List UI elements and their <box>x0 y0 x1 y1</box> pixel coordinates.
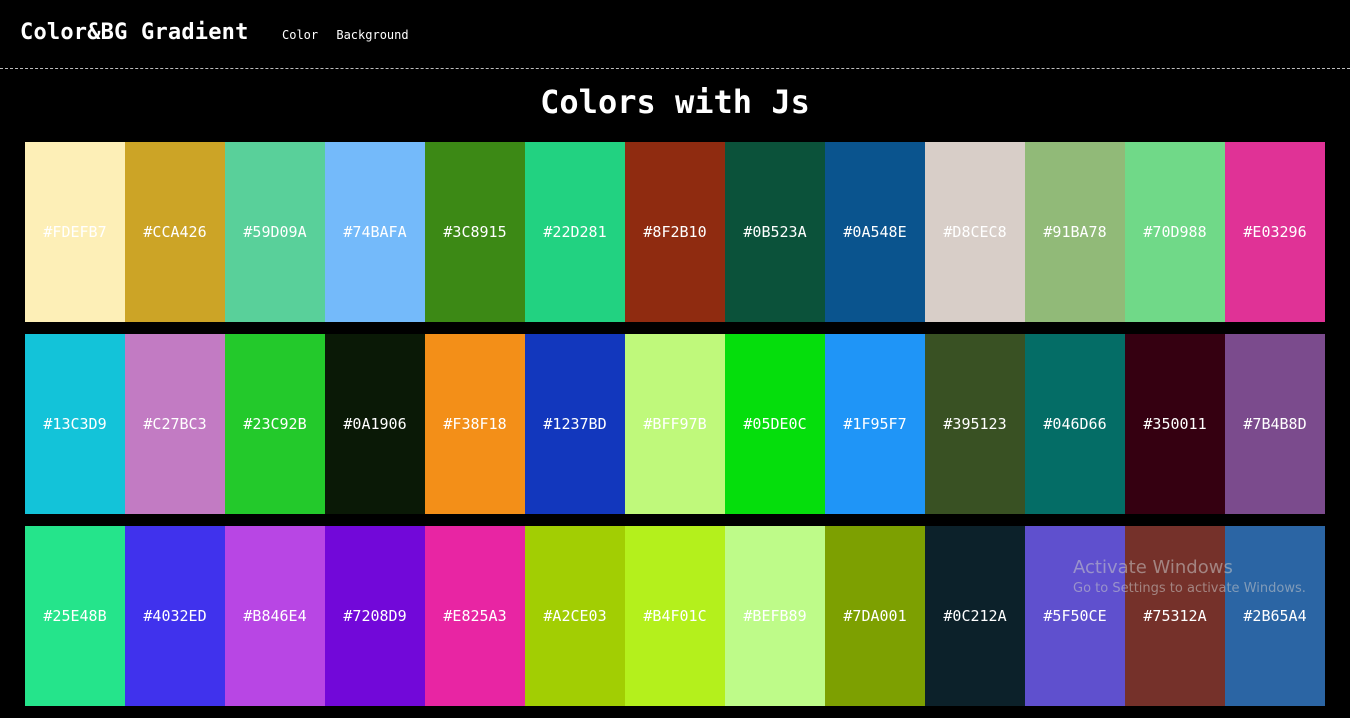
color-swatch[interactable]: #046D66 <box>1025 334 1125 514</box>
page-title: Colors with Js <box>540 83 810 121</box>
navbar: Color&BG Gradient Color Background <box>0 0 1350 69</box>
color-swatch[interactable]: #0A548E <box>825 142 925 322</box>
color-swatch[interactable]: #05DE0C <box>725 334 825 514</box>
color-swatch[interactable]: #0C212A <box>925 526 1025 706</box>
color-swatch[interactable]: #350011 <box>1125 334 1225 514</box>
color-swatch[interactable]: #0B523A <box>725 142 825 322</box>
color-swatch[interactable]: #7DA001 <box>825 526 925 706</box>
color-swatch[interactable]: #E03296 <box>1225 142 1325 322</box>
color-row: #13C3D9 #C27BC3 #23C92B #0A1906 #F38F18 #1237… <box>25 334 1325 514</box>
color-swatch[interactable]: #74BAFA <box>325 142 425 322</box>
color-swatch[interactable]: #59D09A <box>225 142 325 322</box>
color-swatch[interactable]: #E825A3 <box>425 526 525 706</box>
color-swatch[interactable]: #2B65A4 <box>1225 526 1325 706</box>
color-swatch[interactable]: #1F95F7 <box>825 334 925 514</box>
color-swatch[interactable]: #BEFB89 <box>725 526 825 706</box>
color-swatch[interactable]: #25E48B <box>25 526 125 706</box>
color-swatch[interactable]: #1237BD <box>525 334 625 514</box>
color-swatch[interactable]: #70D988 <box>1125 142 1225 322</box>
color-swatch[interactable]: #13C3D9 <box>25 334 125 514</box>
color-swatch[interactable]: #23C92B <box>225 334 325 514</box>
color-swatch[interactable]: #CCA426 <box>125 142 225 322</box>
color-swatch[interactable]: #5F50CE <box>1025 526 1125 706</box>
color-swatch[interactable]: #B4F01C <box>625 526 725 706</box>
color-swatch[interactable]: #BFF97B <box>625 334 725 514</box>
color-swatch[interactable]: #C27BC3 <box>125 334 225 514</box>
nav-link-color[interactable]: Color <box>282 28 318 42</box>
color-swatch[interactable]: #B846E4 <box>225 526 325 706</box>
color-swatch[interactable]: #D8CEC8 <box>925 142 1025 322</box>
color-swatch[interactable]: #8F2B10 <box>625 142 725 322</box>
color-swatch[interactable]: #0A1906 <box>325 334 425 514</box>
color-swatch[interactable]: #91BA78 <box>1025 142 1125 322</box>
color-swatch[interactable]: #3C8915 <box>425 142 525 322</box>
color-swatch[interactable]: #7208D9 <box>325 526 425 706</box>
color-swatch[interactable]: #A2CE03 <box>525 526 625 706</box>
color-swatch[interactable]: #4032ED <box>125 526 225 706</box>
brand-title[interactable]: Color&BG Gradient <box>20 20 249 45</box>
color-swatch[interactable]: #75312A <box>1125 526 1225 706</box>
nav-link-background[interactable]: Background <box>336 28 408 42</box>
color-grid: #FDEFB7 #CCA426 #59D09A #74BAFA #3C8915 #22D2… <box>25 142 1325 718</box>
color-swatch[interactable]: #7B4B8D <box>1225 334 1325 514</box>
nav-links: Color Background <box>282 28 420 42</box>
color-swatch[interactable]: #F38F18 <box>425 334 525 514</box>
color-swatch[interactable]: #22D281 <box>525 142 625 322</box>
color-row: #FDEFB7 #CCA426 #59D09A #74BAFA #3C8915 #22D2… <box>25 142 1325 322</box>
color-swatch[interactable]: #395123 <box>925 334 1025 514</box>
color-row: #25E48B #4032ED #B846E4 #7208D9 #E825A3 #A2CE… <box>25 526 1325 706</box>
color-swatch[interactable]: #FDEFB7 <box>25 142 125 322</box>
